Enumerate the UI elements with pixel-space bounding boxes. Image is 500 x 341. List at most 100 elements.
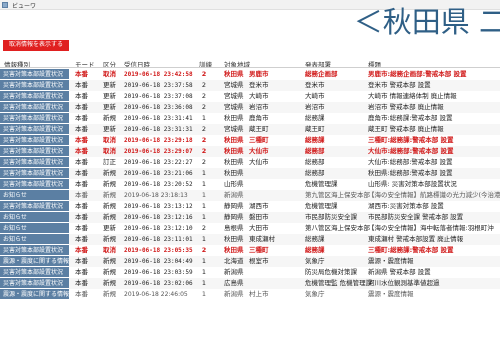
table-row[interactable]: 災害対策本部設置状況 本番 取消 2019-06-18 23:42:58 2 秋田県 男鹿市… <box>0 69 500 80</box>
row-mode-cell: 本番 <box>75 235 88 243</box>
row-mode-cell: 本番 <box>75 191 88 199</box>
table-row[interactable]: 災害対策本部設置状況 本番 取消 2019-06-18 23:29:07 2 秋田県 大仙市… <box>0 146 500 157</box>
row-subject-cell: 湖西市:災害対策本部 設置 <box>368 202 444 210</box>
row-time-cell: 2019-06-18 23:02:06 <box>124 280 193 287</box>
row-time-cell: 2019-06-18 23:29:07 <box>124 148 193 155</box>
row-type-cell: 災害対策本部設置状況 <box>0 245 69 256</box>
row-type-cell: お知らせ <box>0 212 69 223</box>
table-row[interactable]: 災害対策本部設置状況 本番 更新 2019-06-18 23:37:58 2 宮城県 登米市… <box>0 80 500 91</box>
row-time-cell: 2019-06-18 23:37:08 <box>124 93 193 100</box>
table-row[interactable]: お知らせ 本番 新規 2019-06-18 23:12:16 1 静岡県 磐田市 市民部防災安… <box>0 212 500 223</box>
row-kind-cell: 新規 <box>103 279 116 287</box>
row-type-cell: 震源・震度に関する情報 <box>0 289 69 300</box>
row-time-cell: 2019-06-18 23:05:35 <box>124 247 193 254</box>
row-kind-cell: 更新 <box>103 103 116 111</box>
row-subject-cell: 河川水位観測基準値超過 <box>368 279 440 287</box>
row-subject-cell: 鹿角市:総務課:警戒本部 設置 <box>368 114 453 122</box>
row-type-cell: お知らせ <box>0 190 69 201</box>
row-subject-cell: 震源・震度情報 <box>368 257 414 265</box>
table-row[interactable]: 災害対策本部設置状況 本番 訂正 2019-06-18 23:22:27 2 秋田県 大仙市… <box>0 157 500 168</box>
row-drill-cell: 2 <box>201 158 207 166</box>
table-row[interactable]: 災害対策本部設置状況 本番 更新 2019-06-18 23:37:08 2 宮城県 大崎市… <box>0 91 500 102</box>
table-row[interactable]: 災害対策本部設置状況 本番 新規 2019-06-18 23:31:41 1 秋田県 鹿角市… <box>0 113 500 124</box>
header-divider <box>0 67 500 68</box>
row-kind-cell: 更新 <box>103 81 116 89</box>
row-drill-cell: 2 <box>201 246 207 254</box>
table-row[interactable]: お知らせ 本番 新規 2019-06-18 23:11:01 1 秋田県 東成瀬村 総務課 東成… <box>0 234 500 245</box>
row-drill-cell: 2 <box>201 147 207 155</box>
row-subject-cell: 三種町:総務課:警戒本部 設置 <box>368 246 454 254</box>
row-mode-cell: 本番 <box>75 158 88 166</box>
row-city-cell: 三種町 <box>249 136 269 144</box>
row-city-cell: 大崎市 <box>249 92 269 100</box>
table-row[interactable]: 震源・震度に関する情報 本番 新規 2019-06-18 23:04:49 1 北海道 根室… <box>0 256 500 267</box>
row-time-cell: 2019-06-18 23:31:31 <box>124 126 193 133</box>
row-type-cell: 災害対策本部設置状況 <box>0 124 69 135</box>
row-time-cell: 2019-06-18 23:04:49 <box>124 258 193 265</box>
row-city-cell: 蔵王町 <box>249 125 269 133</box>
row-mode-cell: 本番 <box>75 224 88 232</box>
row-city-cell <box>249 190 293 201</box>
row-city-cell: 東成瀬村 <box>249 235 275 243</box>
row-kind-cell: 新規 <box>103 257 116 265</box>
table-row[interactable]: 災害対策本部設置状況 本番 新規 2019-06-18 23:13:12 1 静岡県 湖西市… <box>0 201 500 212</box>
row-time-cell: 2019-06-18 23:18:13 <box>124 192 188 199</box>
prefecture-banner: ＜秋田県 二 <box>270 6 500 38</box>
row-drill-cell: 2 <box>201 103 207 111</box>
row-type-cell: 災害対策本部設置状況 <box>0 278 69 289</box>
row-mode-cell: 本番 <box>75 103 88 111</box>
row-type-cell: 災害対策本部設置状況 <box>0 157 69 168</box>
row-mode-cell: 本番 <box>75 125 88 133</box>
message-table: 災害対策本部設置状況 本番 取消 2019-06-18 23:42:58 2 秋田県 男鹿市… <box>0 69 500 300</box>
row-time-cell: 2019-06-18 23:12:16 <box>124 214 193 221</box>
row-mode-cell: 本番 <box>75 279 88 287</box>
table-row[interactable]: 災害対策本部設置状況 本番 新規 2019-06-18 23:02:06 1 広島県 危機管… <box>0 278 500 289</box>
row-kind-cell: 新規 <box>103 202 116 210</box>
row-drill-cell: 2 <box>201 224 207 232</box>
row-type-cell: 災害対策本部設置状況 <box>0 135 69 146</box>
row-mode-cell: 本番 <box>75 114 88 122</box>
row-kind-cell: 新規 <box>103 290 116 298</box>
row-subject-cell: 新潟県 警戒本部 設置 <box>368 268 431 276</box>
row-subject-cell: 大崎市 情報連絡体制 廃止情報 <box>368 92 457 100</box>
row-mode-cell: 本番 <box>75 246 88 254</box>
table-row[interactable]: 災害対策本部設置状況 本番 更新 2019-06-18 23:31:31 2 宮城県 蔵王町… <box>0 124 500 135</box>
row-type-cell: 災害対策本部設置状況 <box>0 102 69 113</box>
row-time-cell: 2019-06-18 22:46:05 <box>124 291 188 298</box>
row-time-cell: 2019-06-18 23:12:10 <box>124 225 193 232</box>
row-city-cell: 村上市 <box>249 290 269 298</box>
row-time-cell: 2019-06-18 23:22:27 <box>124 159 193 166</box>
row-type-cell: お知らせ <box>0 223 69 234</box>
table-row[interactable]: 災害対策本部設置状況 本番 更新 2019-06-18 23:36:08 2 宮城県 岩沼市… <box>0 102 500 113</box>
row-city-cell: 湖西市 <box>249 202 269 210</box>
table-row[interactable]: お知らせ 本番 新規 2019-06-18 23:18:13 1 新潟県 第九管区海上保安本… <box>0 190 500 201</box>
table-row[interactable]: お知らせ 本番 更新 2019-06-18 23:12:10 2 島根県 大田市 第八管区海上… <box>0 223 500 234</box>
table-row[interactable]: 災害対策本部設置状況 本番 新規 2019-06-18 23:03:59 1 新潟県 防災局… <box>0 267 500 278</box>
row-kind-cell: 訂正 <box>103 158 116 166</box>
row-time-cell: 2019-06-18 23:31:41 <box>124 115 193 122</box>
show-cancellations-button[interactable]: 取消情報を表示する <box>3 40 69 51</box>
row-drill-cell: 2 <box>201 92 207 100</box>
table-row[interactable]: 災害対策本部設置状況 本番 取消 2019-06-18 23:05:35 2 秋田県 三種町… <box>0 245 500 256</box>
row-city-cell <box>249 179 293 190</box>
row-mode-cell: 本番 <box>75 257 88 265</box>
row-subject-cell: 【海の安全情報】海中転落者情報:羽根町沖 <box>368 224 494 232</box>
row-kind-cell: 新規 <box>103 235 116 243</box>
row-subject-cell: 大仙市:総務部:警戒本部 設置 <box>368 147 454 155</box>
row-type-cell: お知らせ <box>0 234 69 245</box>
row-mode-cell: 本番 <box>75 81 88 89</box>
table-row[interactable]: 災害対策本部設置状況 本番 取消 2019-06-18 23:29:18 2 秋田県 三種町… <box>0 135 500 146</box>
row-mode-cell: 本番 <box>75 70 88 78</box>
row-kind-cell: 新規 <box>103 213 116 221</box>
row-drill-cell: 2 <box>201 81 207 89</box>
row-city-cell: 鹿角市 <box>249 114 269 122</box>
table-row[interactable]: 震源・震度に関する情報 本番 新規 2019-06-18 22:46:05 1 新潟県 村上… <box>0 289 500 300</box>
row-drill-cell: 1 <box>201 169 207 177</box>
row-mode-cell: 本番 <box>75 268 88 276</box>
row-type-cell: 災害対策本部設置状況 <box>0 168 69 179</box>
row-time-cell: 2019-06-18 23:36:08 <box>124 104 193 111</box>
table-row[interactable]: 災害対策本部設置状況 本番 新規 2019-06-18 23:21:06 1 秋田県 総務部… <box>0 168 500 179</box>
row-subject-cell: 登米市 警戒本部 設置 <box>368 81 431 89</box>
row-subject-cell: 蔵王町 警戒本部 廃止情報 <box>368 125 444 133</box>
table-row[interactable]: 災害対策本部設置状況 本番 新規 2019-06-18 23:20:52 1 山形県 危機管… <box>0 179 500 190</box>
